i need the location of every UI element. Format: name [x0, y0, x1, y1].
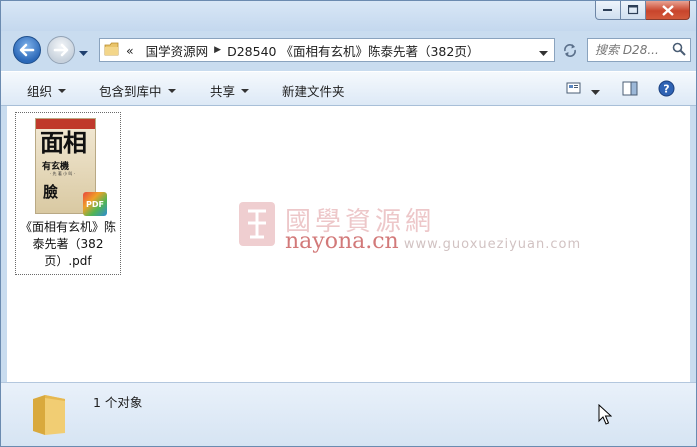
pdf-file-icon: PDF: [83, 192, 107, 216]
thumbnail-bottom-text: 臉: [43, 183, 59, 201]
watermark-url-highlight: nayona.cn: [285, 229, 399, 254]
folder-icon: [31, 391, 67, 440]
maximize-icon: [627, 5, 638, 15]
address-dropdown-button[interactable]: [539, 46, 548, 60]
navigation-bar: « 国学资源网 ▶ D28540 《面相有玄机》陈泰先著（382页）: [1, 34, 696, 66]
chevron-down-icon: [539, 51, 548, 56]
breadcrumb-separator-icon[interactable]: ▶: [214, 45, 221, 55]
watermark-url-rest: www.guoxueziyuan.com: [403, 237, 582, 252]
mouse-cursor-icon: [598, 403, 613, 429]
window-controls: [595, 1, 690, 20]
refresh-icon: [564, 44, 576, 57]
recent-pages-dropdown[interactable]: [79, 46, 88, 60]
command-bar: 组织 包含到库中 共享 新建文件夹 ?: [1, 71, 696, 106]
caret-down-icon: [167, 88, 176, 93]
include-in-library-label: 包含到库中: [99, 84, 162, 99]
caret-down-icon: [241, 88, 250, 93]
breadcrumb-item-root[interactable]: 国学资源网: [140, 41, 215, 60]
watermark-seal-logo: [238, 201, 276, 247]
file-item[interactable]: 面相 有玄機 · 先 著 小 叫 · 臉 PDF 《面相有玄机》陈泰先著（382…: [15, 112, 121, 275]
explorer-window: « 国学资源网 ▶ D28540 《面相有玄机》陈泰先著（382页） 搜索 D2…: [0, 0, 697, 447]
organize-menu[interactable]: 组织: [27, 81, 67, 100]
preview-pane-icon: [622, 81, 638, 96]
minimize-icon: [603, 9, 612, 11]
title-bar: [1, 1, 696, 31]
share-menu[interactable]: 共享: [210, 81, 250, 100]
view-options-icon: [566, 82, 581, 94]
new-folder-button[interactable]: 新建文件夹: [282, 81, 345, 100]
thumbnail-title: 面相: [40, 128, 87, 157]
change-view-button[interactable]: [566, 81, 582, 98]
file-name-label: 《面相有玄机》陈泰先著（382页）.pdf: [19, 220, 116, 268]
search-input[interactable]: [595, 43, 669, 57]
maximize-button[interactable]: [621, 1, 646, 20]
search-box[interactable]: [587, 38, 691, 62]
close-icon: [661, 4, 674, 16]
caret-down-icon: [58, 88, 67, 93]
minimize-button[interactable]: [595, 1, 621, 20]
thumbnail-author: · 先 著 小 叫 ·: [50, 171, 75, 176]
watermark-url: nayona.cn www.guoxueziyuan.com: [285, 229, 581, 254]
back-button[interactable]: [13, 36, 41, 64]
chevron-down-icon: [79, 51, 88, 56]
breadcrumb-item-current[interactable]: D28540 《面相有玄机》陈泰先著（382页）: [221, 41, 485, 60]
refresh-button[interactable]: [557, 38, 583, 62]
forward-arrow-icon: [53, 43, 69, 57]
help-icon: ?: [658, 80, 675, 97]
details-pane: 1 个对象: [1, 382, 696, 446]
address-bar[interactable]: « 国学资源网 ▶ D28540 《面相有玄机》陈泰先著（382页）: [99, 38, 555, 62]
new-folder-label: 新建文件夹: [282, 84, 345, 99]
help-button[interactable]: ?: [658, 80, 675, 100]
close-button[interactable]: [646, 1, 690, 20]
organize-label: 组织: [27, 84, 53, 99]
chevron-down-icon: [591, 90, 600, 95]
include-in-library-menu[interactable]: 包含到库中: [99, 81, 176, 100]
object-count: 1 个对象: [93, 395, 143, 410]
view-dropdown-button[interactable]: [591, 85, 600, 99]
address-overflow[interactable]: «: [120, 43, 140, 58]
forward-button[interactable]: [47, 36, 75, 64]
file-list-view[interactable]: 面相 有玄機 · 先 著 小 叫 · 臉 PDF 《面相有玄机》陈泰先著（382…: [7, 106, 690, 382]
share-label: 共享: [210, 84, 236, 99]
search-icon[interactable]: [672, 42, 686, 59]
svg-text:?: ?: [663, 83, 669, 96]
back-arrow-icon: [19, 43, 35, 57]
preview-pane-button[interactable]: [622, 81, 638, 99]
folder-icon: [104, 42, 120, 59]
